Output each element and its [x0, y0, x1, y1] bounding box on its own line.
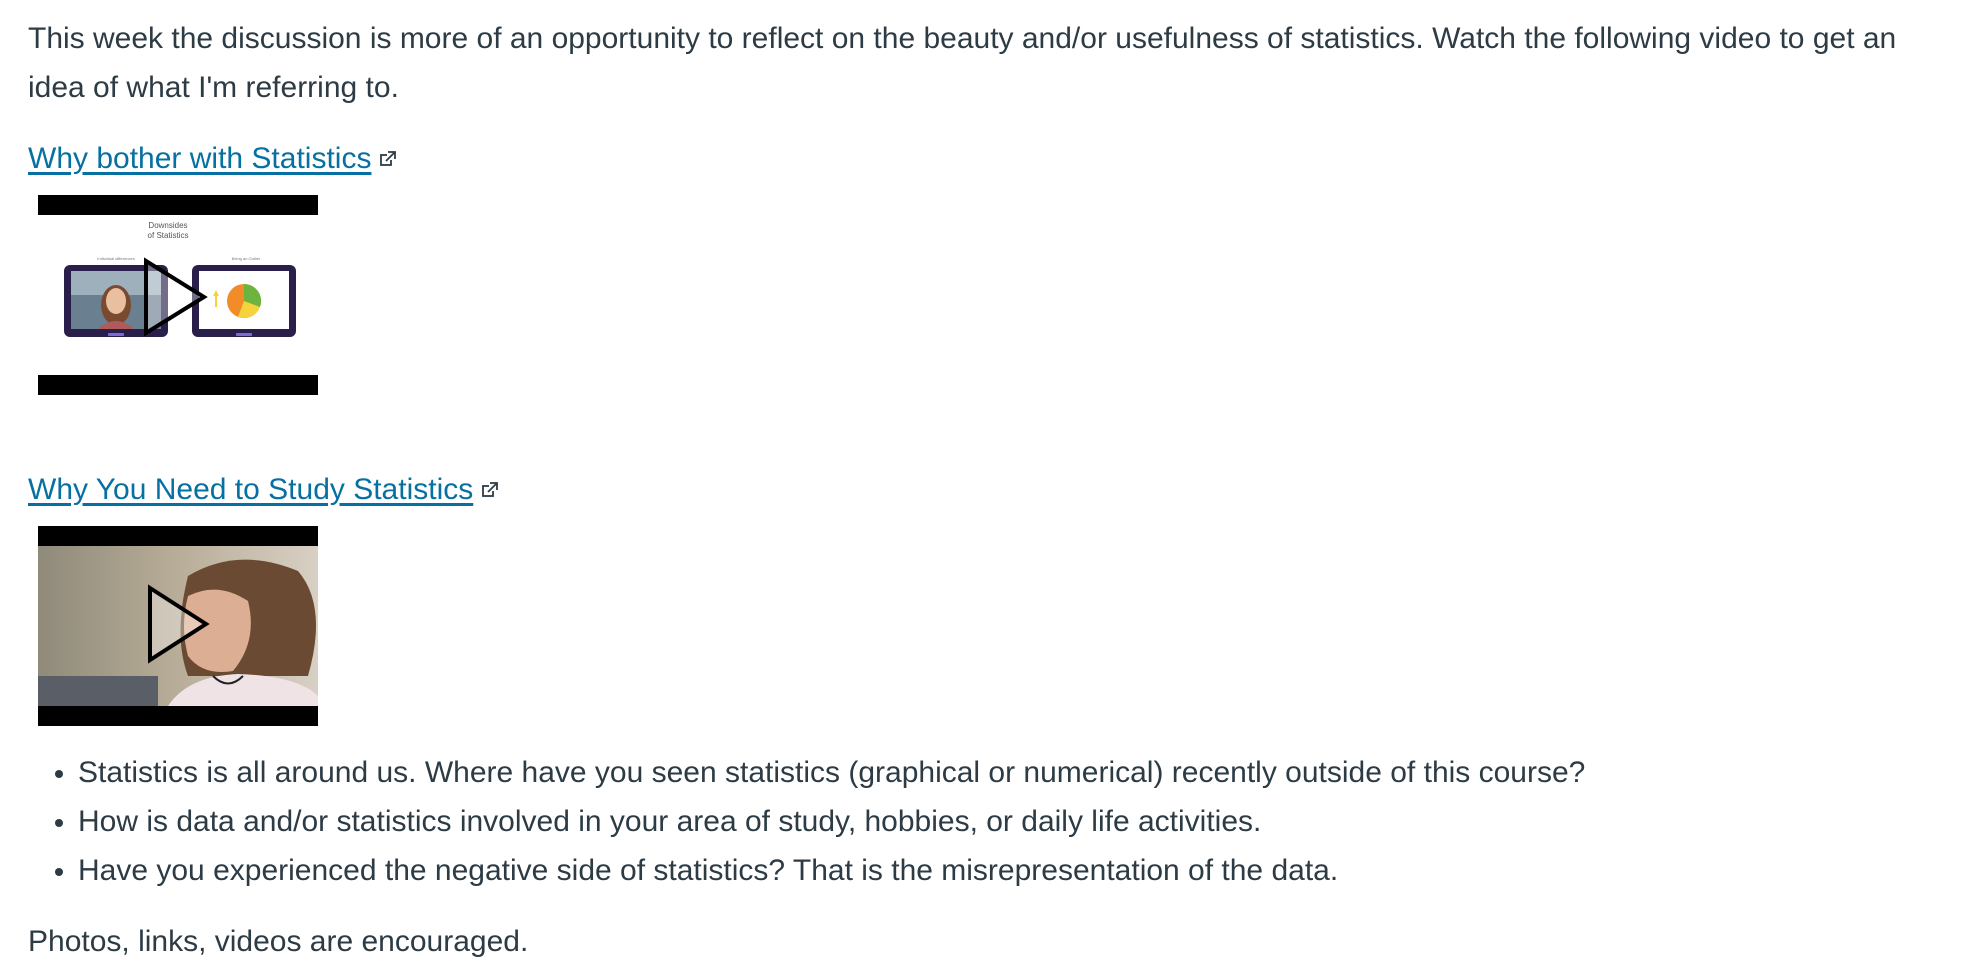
video-thumbnail-2[interactable] [38, 526, 318, 726]
closing-paragraph: Photos, links, videos are encouraged. [28, 925, 529, 958]
why-bother-with-statistics-link[interactable]: Why bother with Statistics [28, 142, 371, 175]
thumbnail-label-left: Individual differences [97, 256, 135, 261]
pie-chart-graphic [227, 283, 262, 319]
discussion-content: This week the discussion is more of an o… [0, 0, 1978, 966]
thumbnail-title-line-2: of Statistics [148, 231, 189, 240]
list-item: How is data and/or statistics involved i… [78, 797, 1950, 846]
video-link-row-2: Why You Need to Study Statistics [28, 465, 1950, 514]
external-link-icon [379, 134, 397, 183]
thumbnail-title-line-1: Downsides [148, 221, 187, 230]
video-thumbnail-1[interactable]: Downsides of Statistics Individual diffe… [38, 195, 318, 395]
discussion-questions-list: Statistics is all around us. Where have … [28, 748, 1950, 895]
why-you-need-to-study-statistics-link[interactable]: Why You Need to Study Statistics [28, 473, 473, 506]
video-link-row-1: Why bother with Statistics [28, 134, 1950, 183]
external-link-icon [481, 465, 499, 514]
list-item: Statistics is all around us. Where have … [78, 748, 1950, 797]
list-item: Have you experienced the negative side o… [78, 846, 1950, 895]
intro-paragraph: This week the discussion is more of an o… [28, 22, 1897, 104]
thumbnail-label-right: Being an Outlier [232, 256, 261, 261]
